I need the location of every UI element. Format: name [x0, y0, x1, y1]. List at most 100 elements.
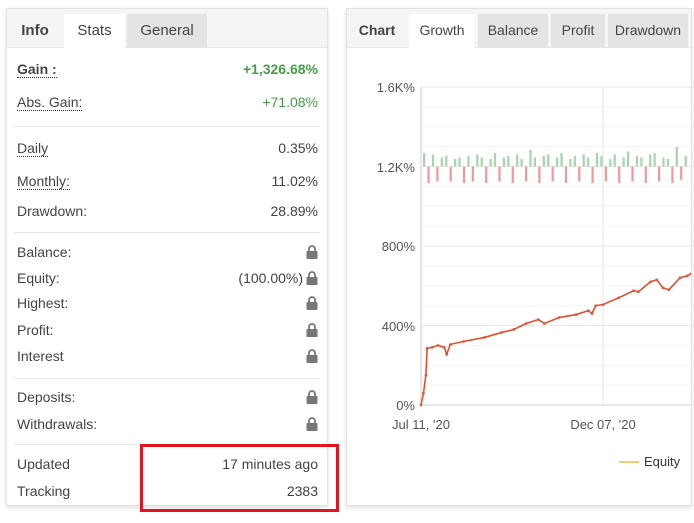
- equity-point: [442, 346, 446, 349]
- daily-bar: [431, 154, 435, 167]
- equity-point: [587, 309, 590, 312]
- equity-point: [601, 303, 605, 306]
- daily-bar: [440, 157, 443, 167]
- equity-point: [557, 316, 561, 319]
- gain-label[interactable]: Gain :: [17, 61, 57, 78]
- y-tick-label: 1.6K%: [377, 80, 416, 95]
- daily-bar: [666, 159, 670, 167]
- daily-bar: [542, 156, 545, 167]
- tab-info[interactable]: Info: [7, 14, 63, 47]
- daily-label[interactable]: Daily: [17, 140, 49, 157]
- tab-growth[interactable]: Growth: [409, 14, 475, 48]
- daily-bar: [538, 166, 541, 183]
- balance-lock: [303, 244, 318, 260]
- equity-point: [524, 322, 528, 325]
- y-tick-label: 0%: [396, 398, 415, 413]
- equity-point: [543, 322, 546, 325]
- legend-item-equity[interactable]: Equity: [619, 454, 681, 469]
- daily-bar: [671, 166, 674, 183]
- daily-bar: [609, 159, 612, 167]
- daily-value: 0.35%: [278, 140, 318, 156]
- daily-bar: [675, 147, 678, 167]
- drawdown-value: 28.89%: [270, 203, 318, 219]
- balance-label: Balance:: [17, 244, 72, 260]
- tab-balance[interactable]: Balance: [478, 14, 548, 47]
- daily-bar: [657, 166, 661, 182]
- daily-bar: [507, 156, 510, 167]
- abs-gain-label[interactable]: Abs. Gain:: [17, 94, 83, 111]
- daily-bar: [587, 157, 590, 167]
- daily-bar: [423, 153, 426, 167]
- daily-bar: [573, 156, 576, 167]
- daily-bar: [635, 156, 639, 167]
- lock-icon: [306, 349, 318, 363]
- withdrawals-lock: [303, 416, 318, 432]
- daily-bar: [578, 166, 581, 182]
- equity-point: [655, 278, 659, 282]
- lock-icon: [306, 417, 318, 431]
- equity-value-group: (100.00%): [238, 270, 318, 286]
- equity-point: [637, 290, 640, 294]
- daily-bar: [436, 166, 439, 182]
- equity-value: (100.00%): [238, 270, 303, 286]
- lock-icon: [306, 323, 318, 337]
- daily-bar: [640, 157, 643, 167]
- daily-bar: [511, 166, 514, 183]
- equity-point: [425, 347, 429, 350]
- daily-bar: [591, 166, 594, 183]
- daily-bar: [471, 166, 474, 182]
- equity-point: [462, 340, 466, 343]
- equity-point: [500, 331, 503, 334]
- daily-bar: [529, 150, 532, 167]
- withdrawals-label: Withdrawals:: [17, 416, 98, 432]
- y-tick-label: 1.2K%: [377, 160, 416, 175]
- equity-point: [649, 280, 652, 284]
- daily-bar: [649, 154, 652, 167]
- drawdown-label: Drawdown:: [17, 203, 88, 219]
- tab-profit[interactable]: Profit: [551, 14, 605, 47]
- interest-label: Interest: [17, 348, 64, 364]
- profit-lock: [303, 322, 318, 338]
- equity-point: [430, 346, 434, 349]
- tab-drawdown[interactable]: Drawdown: [608, 14, 688, 47]
- gain-value: +1,326.68%: [242, 61, 318, 77]
- y-tick-label: 400%: [382, 319, 416, 334]
- tab-general[interactable]: General: [127, 14, 207, 47]
- daily-bar: [560, 153, 563, 167]
- daily-bar: [604, 166, 607, 182]
- daily-bar: [524, 166, 528, 182]
- daily-bar: [493, 153, 497, 167]
- equity-point: [445, 353, 448, 356]
- daily-bar: [502, 157, 506, 167]
- profit-label: Profit:: [17, 322, 54, 338]
- equity-point: [424, 373, 428, 377]
- equity-point: [419, 403, 423, 407]
- daily-bar: [595, 153, 599, 167]
- lock-icon: [306, 390, 318, 404]
- daily-bar: [547, 154, 550, 167]
- divider: [14, 232, 320, 233]
- equity-label: Equity:: [17, 270, 60, 286]
- highlight-box: [140, 444, 339, 512]
- equity-point: [483, 336, 486, 339]
- daily-bar: [569, 159, 572, 167]
- daily-bar: [600, 156, 603, 167]
- deposits-lock: [303, 389, 318, 405]
- daily-bar: [680, 166, 683, 180]
- daily-bar: [556, 157, 559, 167]
- monthly-value: 11.02%: [271, 173, 318, 189]
- tab-chart[interactable]: Chart: [347, 14, 407, 47]
- divider: [14, 126, 320, 127]
- daily-bar: [533, 157, 537, 167]
- daily-bar: [564, 166, 568, 183]
- daily-bar: [498, 166, 501, 182]
- monthly-label[interactable]: Monthly:: [17, 173, 70, 190]
- daily-bar: [516, 154, 519, 167]
- equity-point: [422, 391, 425, 395]
- daily-bar: [449, 166, 452, 182]
- daily-bar: [622, 157, 625, 167]
- equity-point: [536, 318, 540, 321]
- tab-stats[interactable]: Stats: [64, 14, 125, 48]
- lock-icon: [306, 271, 318, 285]
- daily-bar: [467, 156, 470, 167]
